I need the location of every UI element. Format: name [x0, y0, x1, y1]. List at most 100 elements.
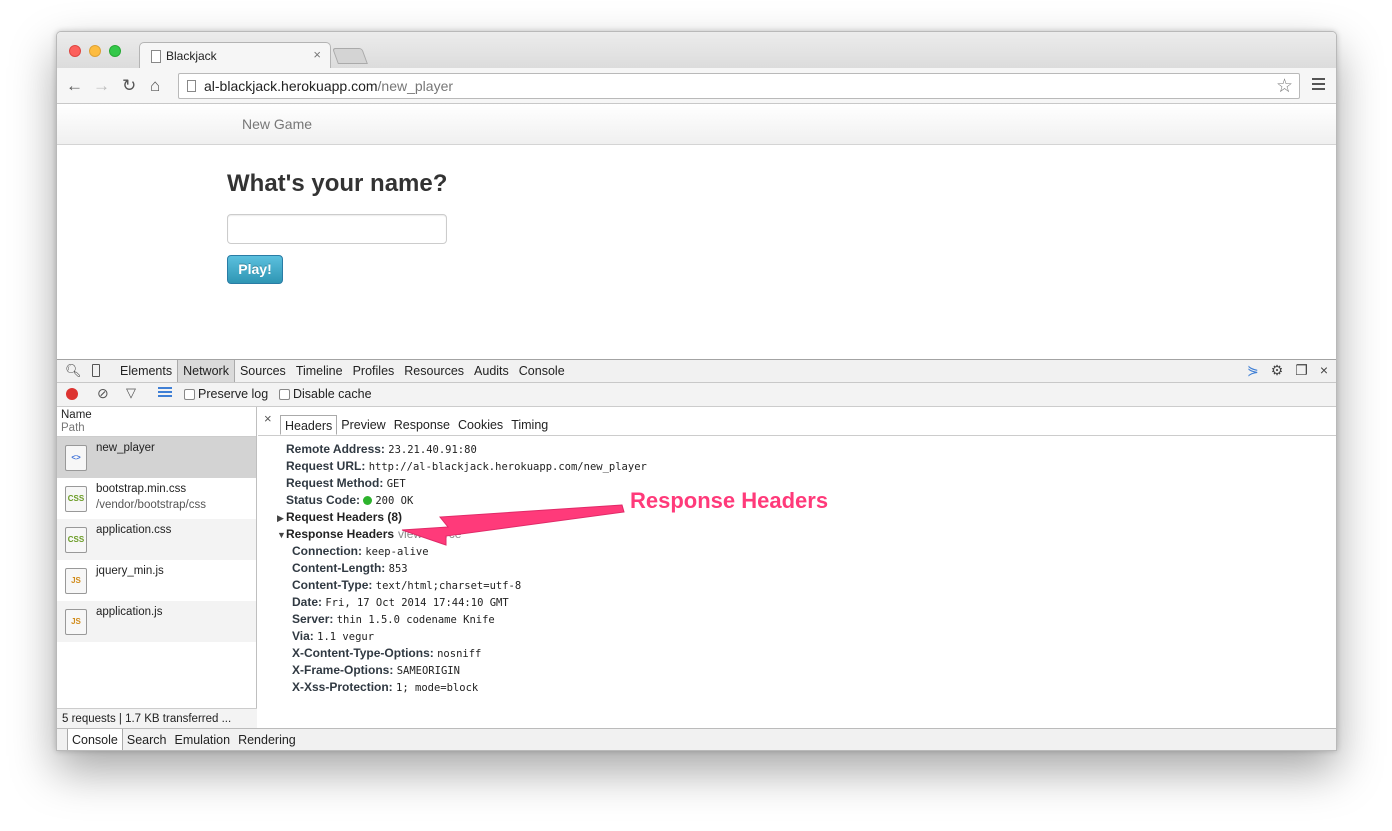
bookmark-star-icon[interactable]: ☆ — [1276, 75, 1293, 98]
new-tab-button[interactable] — [332, 48, 368, 64]
request-path: /vendor/bootstrap/css — [96, 499, 206, 511]
play-button[interactable]: Play! — [227, 255, 283, 284]
request-headers-section[interactable]: ▶ Request Headers (8) — [277, 509, 647, 526]
detail-tab-cookies[interactable]: Cookies — [454, 415, 507, 435]
header-value: keep-alive — [365, 546, 429, 558]
general-header-row: Status Code: 200 OK — [286, 492, 647, 509]
response-header-row: Connection: keep-alive — [292, 543, 647, 560]
browser-tab[interactable]: Blackjack × — [139, 42, 331, 69]
header-value: 853 — [388, 563, 408, 575]
header-key: Status Code: — [286, 493, 361, 507]
devtools-tabs: Elements Network Sources Timeline Profiles Re… — [115, 360, 570, 382]
general-header-row: Request URL: http://al-blackjack.herokua… — [286, 458, 647, 475]
request-name: bootstrap.min.css — [96, 483, 187, 495]
url-path: /new_player — [377, 78, 454, 94]
response-header-row: Server: thin 1.5.0 codename Knife — [292, 611, 647, 628]
header-key: Connection: — [292, 544, 362, 558]
path-column-header: Path — [61, 422, 85, 434]
annotation-label: Response Headers — [630, 488, 829, 513]
response-header-row: X-Content-Type-Options: nosniff — [292, 645, 647, 662]
show-console-icon[interactable]: ⋟ — [1247, 362, 1259, 379]
header-key: X-Xss-Protection: — [292, 680, 393, 694]
devtools-tab-audits[interactable]: Audits — [469, 360, 514, 382]
devtools-tab-elements[interactable]: Elements — [115, 360, 177, 382]
large-rows-icon[interactable] — [158, 387, 172, 399]
header-value: nosniff — [437, 648, 482, 660]
back-arrow-icon[interactable]: ← — [66, 76, 83, 96]
request-row[interactable]: JS jquery_min.js — [57, 560, 256, 601]
inspect-search-icon[interactable]: 🔍︎ — [65, 363, 82, 379]
preserve-log-checkbox[interactable] — [184, 389, 195, 400]
devtools-tab-resources[interactable]: Resources — [399, 360, 469, 382]
settings-gear-icon[interactable]: ⚙ — [1271, 362, 1284, 379]
site-navbar: New Game — [57, 104, 1336, 145]
header-key: Server: — [292, 612, 334, 626]
network-summary: 5 requests | 1.7 KB transferred ... — [57, 708, 257, 729]
new-game-link[interactable]: New Game — [242, 116, 312, 132]
device-mode-icon[interactable] — [92, 364, 100, 377]
page-title: What's your name? — [227, 170, 448, 197]
file-type-icon: JS — [65, 609, 87, 635]
devtools-panel: 🔍︎ Elements Network Sources Timeline Profile… — [57, 359, 1336, 750]
detail-tab-headers[interactable]: Headers — [280, 415, 338, 435]
devtools-tabbar: 🔍︎ Elements Network Sources Timeline Profile… — [57, 360, 1336, 383]
tab-title: Blackjack — [166, 49, 217, 63]
detail-tab-response[interactable]: Response — [390, 415, 454, 435]
drawer-tab-search[interactable]: Search — [123, 729, 171, 750]
response-header-row: Via: 1.1 vegur — [292, 628, 647, 645]
drawer-tab-rendering[interactable]: Rendering — [234, 729, 300, 750]
header-value: 1; mode=block — [396, 682, 479, 694]
detail-tab-preview[interactable]: Preview — [337, 415, 389, 435]
close-window-button[interactable] — [69, 45, 81, 57]
header-value: 23.21.40.91:80 — [388, 444, 477, 456]
request-row[interactable]: JS application.js — [57, 601, 256, 642]
request-row[interactable]: <> new_player — [57, 437, 256, 478]
response-header-row: Date: Fri, 17 Oct 2014 17:44:10 GMT — [292, 594, 647, 611]
devtools-tab-profiles[interactable]: Profiles — [348, 360, 400, 382]
view-source-link[interactable]: view source — [398, 527, 461, 541]
response-header-row: X-Frame-Options: SAMEORIGIN — [292, 662, 647, 679]
zoom-window-button[interactable] — [109, 45, 121, 57]
header-value: text/html;charset=utf-8 — [375, 580, 522, 592]
request-headers-label: Request Headers (8) — [286, 510, 403, 524]
header-key: Request Method: — [286, 476, 384, 490]
request-row[interactable]: CSS application.css — [57, 519, 256, 560]
collapsed-triangle-icon: ▶ — [277, 513, 284, 523]
response-headers-section[interactable]: ▼Response Headers view source — [277, 526, 647, 543]
drawer-tab-emulation[interactable]: Emulation — [170, 729, 234, 750]
hamburger-menu-icon[interactable] — [1312, 78, 1325, 93]
devtools-tab-network[interactable]: Network — [177, 360, 235, 382]
browser-window: Blackjack × ← → ↻ ⌂ al-blackjack.herokua… — [56, 31, 1337, 751]
header-key: Via: — [292, 629, 314, 643]
url-host: al-blackjack.herokuapp.com — [204, 78, 378, 94]
close-devtools-icon[interactable]: × — [1320, 362, 1328, 379]
drawer-tab-console[interactable]: Console — [67, 729, 123, 750]
request-row[interactable]: CSS bootstrap.min.css/vendor/bootstrap/cs… — [57, 478, 256, 519]
address-bar[interactable]: al-blackjack.herokuapp.com/new_player ☆ — [178, 73, 1300, 99]
header-value: http://al-blackjack.herokuapp.com/new_pl… — [368, 461, 647, 473]
tab-close-button[interactable]: × — [313, 47, 321, 62]
dock-icon[interactable]: ❐ — [1295, 362, 1308, 379]
general-header-row: Remote Address: 23.21.40.91:80 — [286, 441, 647, 458]
header-key: X-Content-Type-Options: — [292, 646, 434, 660]
header-key: Request URL: — [286, 459, 366, 473]
record-icon[interactable] — [66, 388, 78, 400]
devtools-tab-console[interactable]: Console — [514, 360, 570, 382]
header-key: Content-Type: — [292, 578, 373, 592]
devtools-tab-sources[interactable]: Sources — [235, 360, 291, 382]
reload-icon[interactable]: ↻ — [122, 76, 136, 96]
minimize-window-button[interactable] — [89, 45, 101, 57]
header-key: Content-Length: — [292, 561, 386, 575]
filter-icon[interactable]: ▽ — [126, 385, 136, 401]
detail-tab-timing[interactable]: Timing — [507, 415, 552, 435]
request-list: Name Path <> new_player CSS bootstrap.min.c… — [57, 407, 257, 729]
close-detail-icon[interactable]: × — [264, 411, 272, 426]
disable-cache-checkbox[interactable] — [279, 389, 290, 400]
home-icon[interactable]: ⌂ — [150, 76, 160, 96]
forward-arrow-icon[interactable]: → — [93, 76, 110, 96]
request-list-header[interactable]: Name Path — [57, 407, 256, 437]
clear-icon[interactable]: ⊘ — [97, 385, 109, 402]
player-name-input[interactable] — [227, 214, 447, 244]
devtools-tab-timeline[interactable]: Timeline — [291, 360, 348, 382]
network-toolbar: ⊘ ▽ Preserve log Disable cache — [57, 383, 1336, 407]
